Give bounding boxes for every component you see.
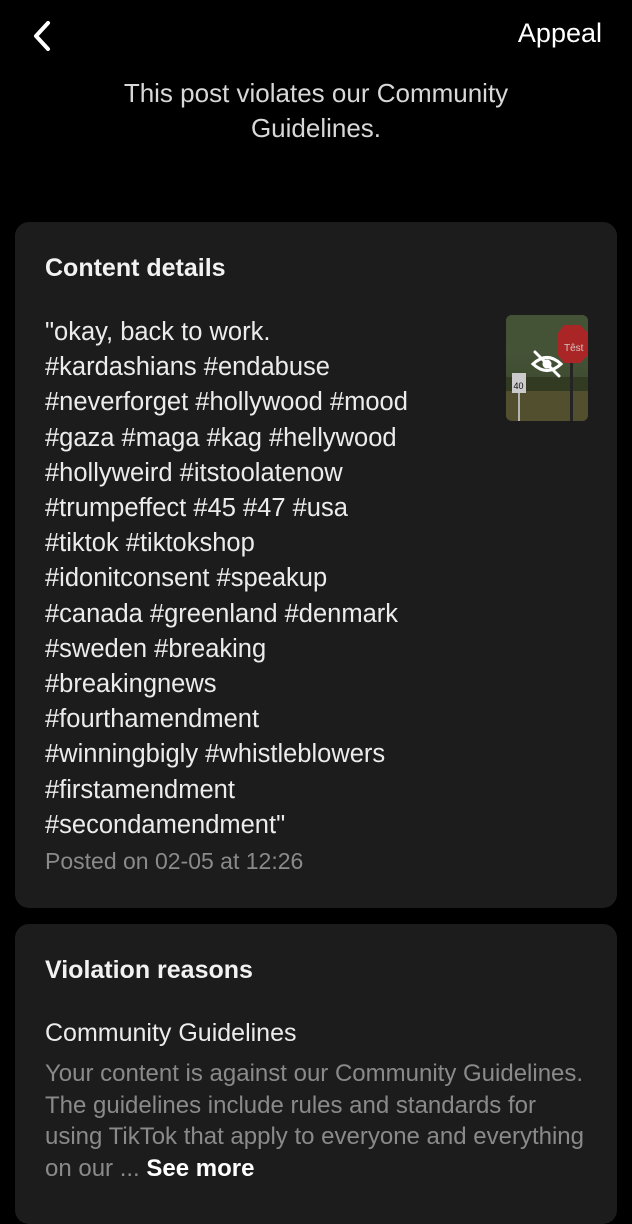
violation-reasons-title: Violation reasons	[45, 956, 253, 984]
reason-heading: Community Guidelines	[45, 1019, 297, 1047]
content-details-title: Content details	[45, 254, 226, 282]
violation-reasons-card: Violation reasons Community Guidelines Y…	[15, 924, 617, 1224]
post-thumbnail[interactable]: Têst 40	[506, 315, 588, 421]
posted-timestamp: Posted on 02-05 at 12:26	[45, 848, 304, 874]
top-bar: Appeal	[0, 0, 632, 72]
back-button[interactable]	[22, 16, 62, 56]
appeal-button[interactable]: Appeal	[518, 18, 602, 49]
content-details-card: Content details "okay, back to work. #ka…	[15, 222, 617, 908]
see-more-link[interactable]: See more	[146, 1155, 254, 1182]
violation-headline: This post violates our Community Guideli…	[123, 78, 509, 143]
post-caption: "okay, back to work. #kardashians #endab…	[45, 318, 408, 839]
reason-text: Your content is against our Community Gu…	[45, 1060, 584, 1182]
reason-description: Your content is against our Community Gu…	[45, 1058, 590, 1184]
chevron-left-icon	[34, 21, 50, 51]
